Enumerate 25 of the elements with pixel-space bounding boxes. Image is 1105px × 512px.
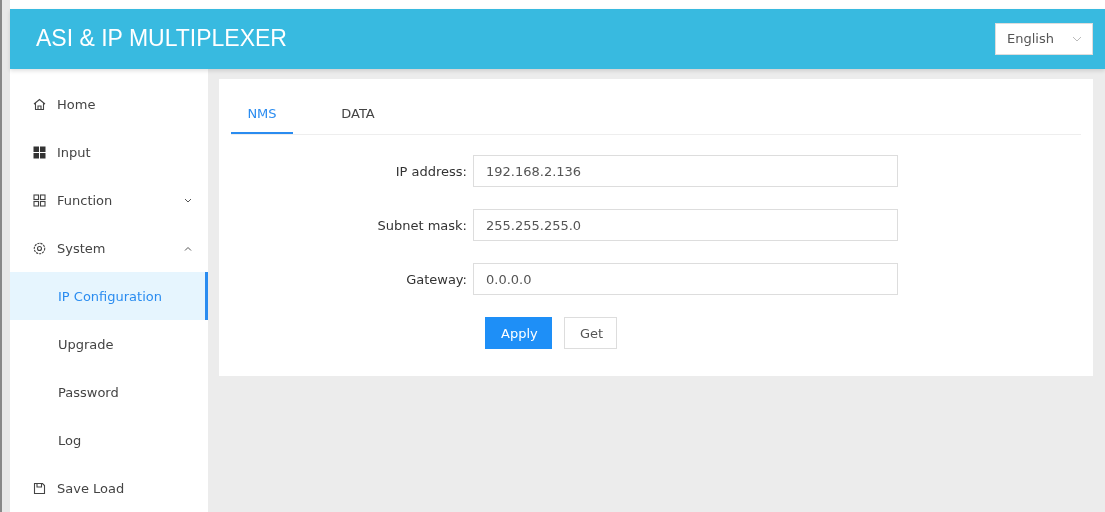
field-label: Gateway: [405, 271, 468, 287]
save-icon [33, 481, 46, 495]
field-label: IP address: [394, 163, 468, 179]
settings-icon [33, 241, 46, 255]
tab[interactable]: DATA [327, 106, 389, 134]
caret-icon [1072, 35, 1082, 42]
sidebar-item[interactable]: Save Load [10, 464, 208, 512]
tab[interactable]: NMS [231, 106, 293, 134]
sidebar-item[interactable]: System [10, 224, 208, 272]
input-field[interactable]: 192.168.2.136 [473, 155, 898, 187]
sidebar-subitem[interactable]: Upgrade [10, 320, 208, 368]
field-label: Subnet mask: [376, 217, 468, 233]
grid-icon [33, 193, 46, 207]
app-title: ASI & IP MULTIPLEXER [36, 25, 287, 53]
language-select[interactable]: English [995, 22, 1093, 55]
sidebar-subitem[interactable]: Password [10, 368, 208, 416]
sidebar-item[interactable]: Home [10, 80, 208, 128]
get-button[interactable]: Get [564, 317, 617, 349]
sidebar-item[interactable]: Function [10, 176, 208, 224]
tiles-icon [33, 145, 46, 159]
home-icon [33, 97, 46, 111]
sidebar-subitem[interactable]: Log [10, 416, 208, 464]
input-field[interactable]: 0.0.0.0 [473, 263, 898, 295]
input-field[interactable]: 255.255.255.0 [473, 209, 898, 241]
sidebar-item[interactable]: Input [10, 128, 208, 176]
